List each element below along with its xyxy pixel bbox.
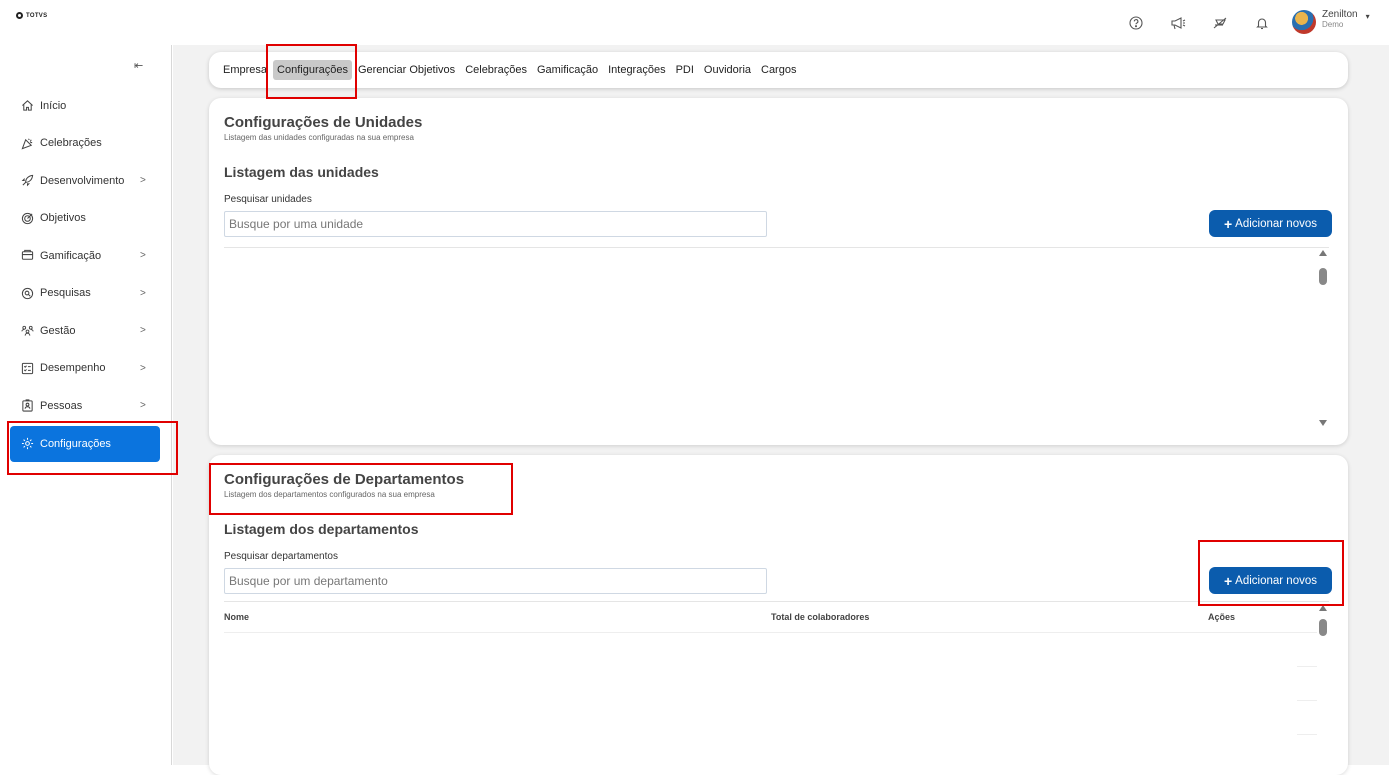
departments-card: Configurações de Departamentos Listagem … [209, 455, 1348, 775]
units-card-subtitle: Listagem das unidades configuradas na su… [224, 133, 414, 142]
tabs-bar: Empresa Configurações Gerenciar Objetivo… [209, 52, 1348, 88]
departments-search-label: Pesquisar departamentos [224, 551, 338, 562]
main-content: Empresa Configurações Gerenciar Objetivo… [173, 45, 1389, 775]
sidebar-item-configuracoes[interactable]: Configurações [10, 425, 160, 462]
add-unit-button-label: Adicionar novos [1235, 217, 1317, 230]
sidebar-item-label: Gamificação [40, 249, 102, 262]
party-icon [20, 136, 34, 150]
tab-empresa[interactable]: Empresa [219, 60, 271, 80]
units-list-title: Listagem das unidades [224, 164, 379, 180]
sidebar-item-pesquisas[interactable]: Pesquisas > [10, 275, 160, 313]
tab-celebracoes[interactable]: Celebrações [461, 60, 531, 80]
sidebar-item-gestao[interactable]: Gestão > [10, 312, 160, 350]
sidebar-item-label: Desempenho [40, 362, 106, 375]
target-icon [20, 211, 34, 225]
chevron-right-icon: > [140, 362, 146, 374]
departments-scrollbar-thumb[interactable] [1319, 619, 1327, 636]
chevron-right-icon: > [140, 175, 146, 187]
departments-card-title: Configurações de Departamentos [224, 471, 465, 488]
sidebar-nav: Início Celebrações Desenvolvimento > Obj… [10, 87, 160, 462]
header-icons [1115, 12, 1283, 34]
sidebar-item-label: Pesquisas [40, 287, 91, 300]
user-subtitle: Demo [1322, 20, 1344, 29]
departments-divider [224, 601, 1329, 602]
departments-search-input[interactable] [224, 568, 767, 594]
sidebar-item-label: Início [40, 99, 67, 112]
tab-pdi[interactable]: PDI [672, 60, 698, 80]
column-header-nome[interactable]: Nome [224, 612, 249, 622]
units-search-label: Pesquisar unidades [224, 194, 312, 205]
gear-icon [20, 437, 34, 451]
add-department-button[interactable]: + Adicionar novos [1209, 567, 1332, 594]
sidebar-item-celebracoes[interactable]: Celebrações [10, 125, 160, 163]
plus-icon: + [1223, 572, 1233, 589]
tab-ouvidoria[interactable]: Ouvidoria [700, 60, 755, 80]
top-bar: TOTVS Zenilton Demo ▾ [0, 0, 1389, 45]
units-card-title: Configurações de Unidades [224, 114, 423, 131]
user-menu[interactable]: Zenilton Demo ▾ [1292, 10, 1370, 34]
logo-text: TOTVS [26, 12, 48, 19]
column-header-acoes: Ações [1208, 612, 1236, 622]
avatar [1292, 10, 1316, 34]
sidebar-item-label: Objetivos [40, 212, 86, 225]
megaphone-icon[interactable] [1157, 12, 1199, 34]
chevron-right-icon: > [140, 250, 146, 262]
sidebar-item-gamificacao[interactable]: Gamificação > [10, 237, 160, 275]
sidebar-item-label: Pessoas [40, 399, 83, 412]
sidebar-item-label: Desenvolvimento [40, 174, 125, 187]
sidebar-item-inicio[interactable]: Início [10, 87, 160, 125]
checklist-icon [20, 361, 34, 375]
sidebar-item-label: Celebrações [40, 137, 102, 150]
survey-icon [20, 286, 34, 300]
departments-list-title: Listagem dos departamentos [224, 521, 419, 537]
sidebar: ⇤ Início Celebrações Desenvolvimento > O… [0, 45, 172, 765]
column-header-total[interactable]: Total de colaboradores [771, 612, 869, 622]
user-name: Zenilton [1322, 9, 1358, 20]
totvs-logo[interactable]: TOTVS [16, 12, 47, 19]
scroll-down-icon[interactable] [1319, 420, 1327, 426]
table-header-line [224, 632, 1317, 633]
add-department-button-label: Adicionar novos [1235, 574, 1317, 587]
chevron-right-icon: > [140, 325, 146, 337]
tab-configuracoes[interactable]: Configurações [273, 60, 352, 80]
plus-icon: + [1223, 215, 1233, 232]
sidebar-item-desenvolvimento[interactable]: Desenvolvimento > [10, 162, 160, 200]
tab-cargos[interactable]: Cargos [757, 60, 800, 80]
add-unit-button[interactable]: + Adicionar novos [1209, 210, 1332, 237]
tab-gerenciar-objetivos[interactable]: Gerenciar Objetivos [354, 60, 459, 80]
table-row-line [1297, 700, 1317, 701]
home-icon [20, 99, 34, 113]
sidebar-item-label: Gestão [40, 324, 76, 337]
coins-icon [20, 249, 34, 263]
logo-ring-icon [16, 12, 23, 19]
units-card: Configurações de Unidades Listagem das u… [209, 98, 1348, 445]
scroll-up-icon[interactable] [1319, 605, 1327, 611]
scroll-up-icon[interactable] [1319, 250, 1327, 256]
chevron-right-icon: > [140, 287, 146, 299]
units-divider [224, 247, 1329, 248]
units-search-input[interactable] [224, 211, 767, 237]
collapse-arrow-icon[interactable]: ⇤ [134, 59, 143, 72]
help-icon[interactable] [1115, 12, 1157, 34]
feedback-icon[interactable] [1199, 12, 1241, 34]
table-row-line [1297, 666, 1317, 667]
sidebar-item-pessoas[interactable]: Pessoas > [10, 387, 160, 425]
departments-card-subtitle: Listagem dos departamentos configurados … [224, 490, 435, 499]
chevron-right-icon: > [140, 400, 146, 412]
units-scrollbar-thumb[interactable] [1319, 268, 1327, 285]
tab-integracoes[interactable]: Integrações [604, 60, 669, 80]
sidebar-item-desempenho[interactable]: Desempenho > [10, 350, 160, 388]
badge-icon [20, 399, 34, 413]
people-icon [20, 324, 34, 338]
sidebar-item-objetivos[interactable]: Objetivos [10, 200, 160, 238]
sidebar-item-label: Configurações [40, 437, 111, 450]
chevron-down-icon: ▾ [1365, 12, 1370, 21]
tab-gamificacao[interactable]: Gamificação [533, 60, 602, 80]
table-row-line [1297, 734, 1317, 735]
bell-icon[interactable] [1241, 12, 1283, 34]
rocket-icon [20, 174, 34, 188]
